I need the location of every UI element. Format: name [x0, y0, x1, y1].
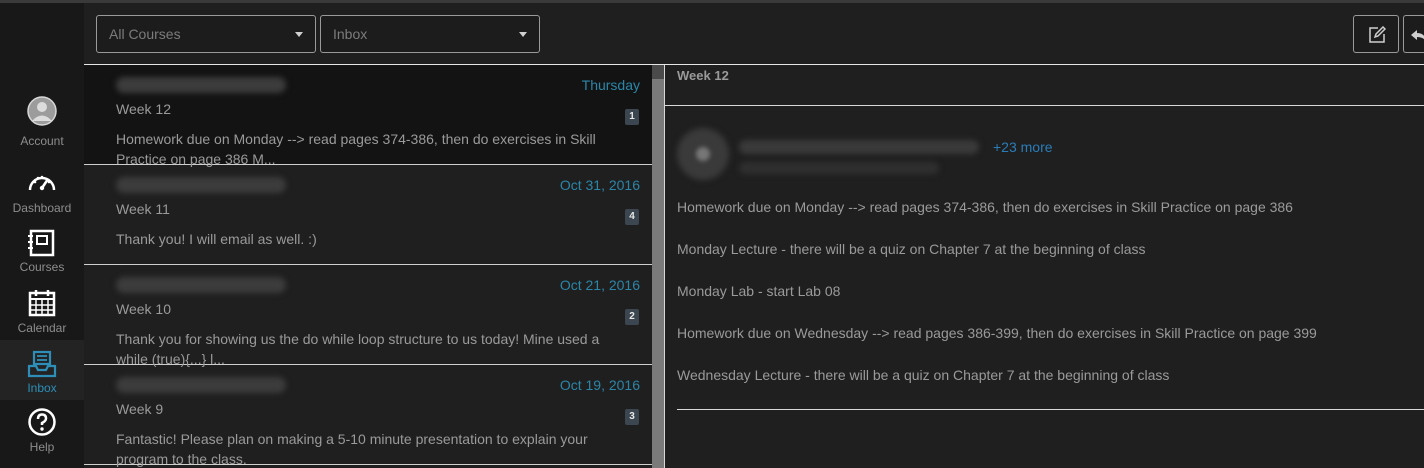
nav-courses[interactable]: Courses: [0, 226, 84, 286]
sender-date-redacted: [739, 162, 939, 174]
conversation-preview: Thank you! I will email as well. :): [116, 231, 317, 247]
reply-button[interactable]: [1403, 15, 1424, 53]
nav-help-label: Help: [29, 440, 55, 454]
message-count-badge: 4: [625, 209, 639, 225]
more-recipients-link[interactable]: +23 more: [993, 139, 1053, 155]
avatar-image: [696, 147, 710, 161]
message-line: Homework due on Monday --> read pages 37…: [677, 199, 1293, 215]
conversation-date: Thursday: [581, 77, 640, 93]
message-detail: Week 12 +23 more Homework due on Monday …: [665, 65, 1424, 468]
conversation-date: Oct 19, 2016: [559, 377, 640, 393]
conversation-preview: Fantastic! Please plan on making a 5-10 …: [116, 431, 588, 467]
scroll-up-arrow[interactable]: [652, 65, 664, 79]
chevron-down-icon: [295, 32, 303, 37]
reply-icon: [1411, 30, 1424, 40]
divider: [665, 105, 1424, 106]
calendar-icon: [28, 290, 56, 317]
sender-name-redacted: [116, 377, 286, 393]
nav-account[interactable]: Account: [0, 96, 84, 156]
message-count-badge: 3: [625, 409, 639, 425]
sender-name-redacted: [116, 277, 286, 293]
inbox-icon: [27, 350, 57, 378]
conversation-date: Oct 21, 2016: [559, 277, 640, 293]
nav-inbox-label: Inbox: [27, 381, 57, 395]
avatar-icon: [27, 96, 57, 126]
nav-help[interactable]: Help: [0, 406, 84, 466]
compose-icon: [1369, 26, 1386, 43]
nav-dashboard-label: Dashboard: [12, 201, 72, 215]
nav-courses-label: Courses: [19, 260, 65, 274]
global-nav: Account Dashboard Courses Calendar Inbox…: [0, 3, 84, 468]
conversation-subject: Week 11: [116, 201, 170, 217]
message-line: Wednesday Lecture - there will be a quiz…: [677, 367, 1170, 383]
conversation-item[interactable]: Thursday Week 12 1 Homework due on Monda…: [84, 65, 652, 167]
message-line: Monday Lecture - there will be a quiz on…: [677, 241, 1146, 257]
chevron-down-icon: [519, 32, 527, 37]
sender-name-redacted: [739, 140, 979, 154]
nav-calendar-label: Calendar: [17, 321, 67, 335]
inbox-toolbar: All Courses Inbox: [84, 3, 1424, 65]
nav-dashboard[interactable]: Dashboard: [0, 166, 84, 226]
nav-calendar[interactable]: Calendar: [0, 286, 84, 346]
mailbox-filter-select[interactable]: Inbox: [320, 15, 540, 53]
message-line: Homework due on Wednesday --> read pages…: [677, 325, 1317, 341]
conversation-subject: Week 9: [116, 401, 164, 417]
message-count-badge: 1: [625, 109, 639, 125]
conversation-item[interactable]: Oct 31, 2016 Week 11 4 Thank you! I will…: [84, 165, 652, 265]
nav-inbox[interactable]: Inbox: [0, 340, 84, 400]
sender-name-redacted: [116, 177, 286, 193]
conversation-date: Oct 31, 2016: [559, 177, 640, 193]
speedometer-icon: [28, 175, 56, 191]
scrollbar-thumb[interactable]: [652, 79, 664, 468]
message-line: Monday Lab - start Lab 08: [677, 283, 841, 299]
conversation-preview: Thank you for showing us the do while lo…: [116, 331, 600, 367]
compose-button[interactable]: [1353, 15, 1399, 53]
course-filter-value: All Courses: [109, 26, 181, 42]
course-filter-select[interactable]: All Courses: [96, 15, 316, 53]
conversation-list: Thursday Week 12 1 Homework due on Monda…: [84, 65, 652, 468]
conversation-item[interactable]: Oct 21, 2016 Week 10 2 Thank you for sho…: [84, 265, 652, 367]
conversation-item[interactable]: Oct 19, 2016 Week 9 3 Fantastic! Please …: [84, 365, 652, 467]
sender-name-redacted: [116, 77, 286, 93]
conversation-preview: Homework due on Monday --> read pages 37…: [116, 131, 596, 167]
message-subject: Week 12: [677, 68, 729, 83]
mailbox-filter-value: Inbox: [333, 26, 368, 42]
message-count-badge: 2: [625, 309, 639, 325]
divider: [677, 409, 1424, 410]
book-icon: [28, 229, 55, 257]
conversation-subject: Week 12: [116, 101, 171, 117]
help-icon: [28, 408, 56, 436]
nav-account-label: Account: [20, 134, 64, 148]
conversation-subject: Week 10: [116, 301, 171, 317]
